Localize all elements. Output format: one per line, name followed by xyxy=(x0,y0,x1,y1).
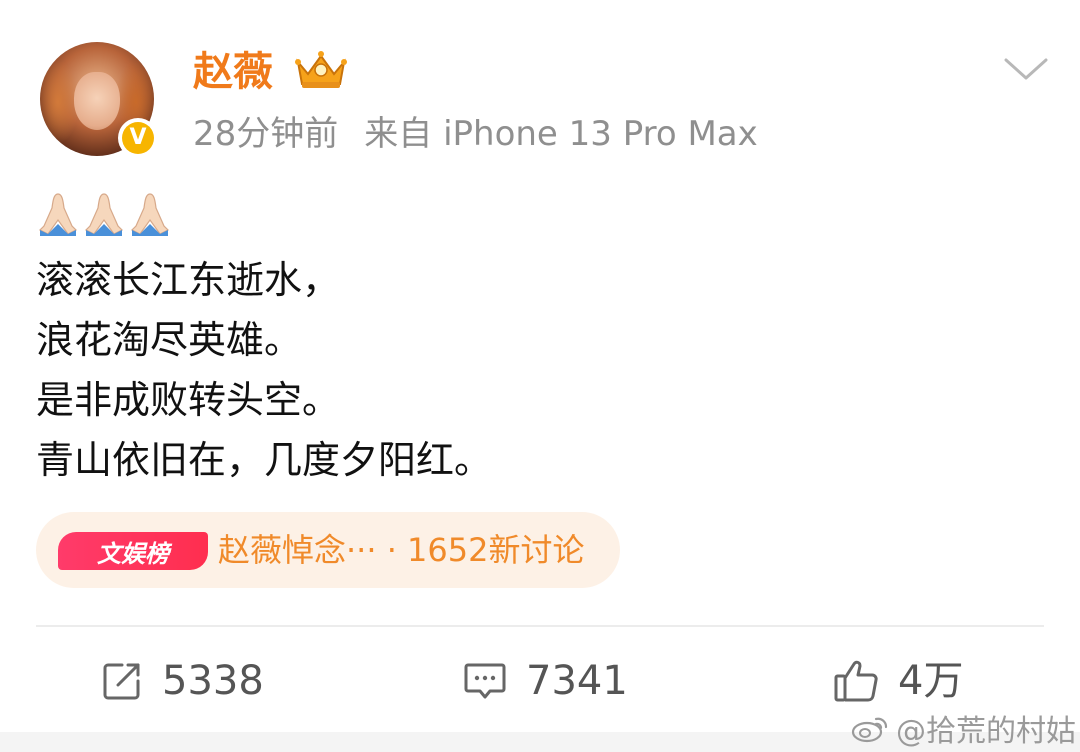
post-meta: 28分钟前 来自 iPhone 13 Pro Max xyxy=(193,112,758,156)
post-line: 滚滚长江东逝水， xyxy=(36,258,341,302)
username[interactable]: 赵薇 xyxy=(193,48,273,96)
topic-text: 赵薇悼念··· · 1652新讨论 xyxy=(218,531,585,569)
pray-emoji-icon xyxy=(84,193,124,236)
like-icon xyxy=(834,660,878,702)
post-content: 滚滚长江东逝水， 浪花淘尽英雄。 是非成败转头空。 青山依旧在，几度夕阳红。 xyxy=(36,250,492,490)
post-time: 28分钟前 xyxy=(193,114,339,154)
comment-icon xyxy=(464,663,506,699)
divider xyxy=(36,625,1044,627)
pray-emoji-icon xyxy=(38,193,78,236)
comment-button[interactable]: 7341 xyxy=(462,650,628,712)
watermark: @拾荒的村姑 xyxy=(850,706,1076,750)
pray-emoji-icon xyxy=(130,193,170,236)
repost-button[interactable]: 5338 xyxy=(100,650,264,712)
verified-badge: V xyxy=(118,118,158,158)
weibo-icon xyxy=(851,717,888,743)
post-source[interactable]: 来自 iPhone 13 Pro Max xyxy=(364,114,758,154)
like-button[interactable]: 4万 xyxy=(832,650,963,712)
repost-count: 5338 xyxy=(162,658,264,704)
chevron-down-icon[interactable] xyxy=(1002,54,1050,84)
post-line: 浪花淘尽英雄。 xyxy=(36,318,303,362)
post-line: 青山依旧在，几度夕阳红。 xyxy=(36,438,493,482)
like-count: 4万 xyxy=(898,658,964,704)
avatar-face xyxy=(74,72,120,130)
repost-icon xyxy=(103,663,140,700)
watermark-text: @拾荒的村姑 xyxy=(896,714,1076,749)
crown-icon[interactable] xyxy=(292,44,350,92)
pray-emoji-row xyxy=(36,190,172,238)
post-line: 是非成败转头空。 xyxy=(36,378,341,422)
topic-tag: 文娱榜 xyxy=(58,532,208,570)
comment-count: 7341 xyxy=(526,658,628,704)
verified-icon: V xyxy=(122,122,154,154)
topic-card[interactable]: 文娱榜 赵薇悼念··· · 1652新讨论 xyxy=(36,512,620,588)
